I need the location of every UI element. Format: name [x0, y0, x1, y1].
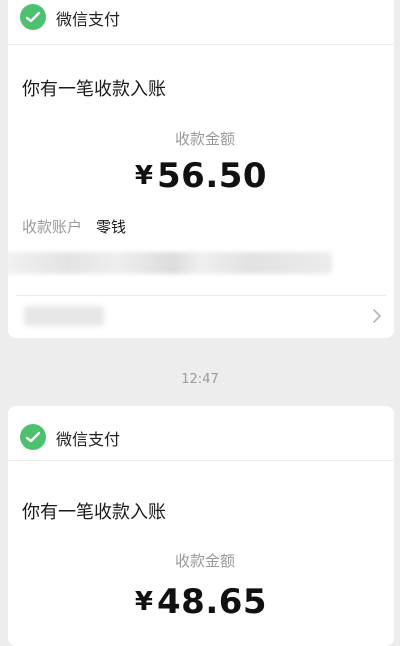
wechat-pay-icon	[20, 4, 46, 30]
account-label: 收款账户	[22, 218, 83, 236]
card-header: 微信支付	[8, 0, 394, 45]
payment-notification-card[interactable]: 微信支付 你有一笔收款入账 收款金额 ¥48.65	[8, 406, 394, 646]
brand-name: 微信支付	[56, 430, 121, 449]
message-title: 你有一笔收款入账	[22, 502, 166, 523]
redacted-details-label	[24, 306, 104, 326]
account-value: 零钱	[96, 218, 127, 236]
amount-row: ¥56.50	[8, 156, 394, 196]
amount-label: 收款金额	[174, 552, 235, 570]
payment-notification-card[interactable]: 微信支付 你有一笔收款入账 收款金额 ¥56.50 收款账户 零钱	[8, 0, 394, 338]
amount-row: ¥48.65	[8, 582, 394, 622]
currency-symbol: ¥	[134, 161, 154, 191]
amount-label: 收款金额	[174, 130, 235, 148]
amount-value: 48.65	[157, 582, 268, 622]
card-header: 微信支付	[8, 406, 394, 461]
amount-value: 56.50	[157, 156, 268, 196]
brand-name: 微信支付	[56, 10, 121, 29]
wechat-pay-icon	[20, 424, 46, 450]
chevron-right-icon	[372, 308, 382, 328]
redacted-info	[8, 252, 332, 274]
account-row: 收款账户 零钱	[22, 216, 126, 237]
view-details-row[interactable]	[8, 296, 394, 336]
message-title: 你有一笔收款入账	[22, 79, 166, 100]
currency-symbol: ¥	[134, 587, 154, 617]
message-timestamp: 12:47	[181, 372, 219, 387]
